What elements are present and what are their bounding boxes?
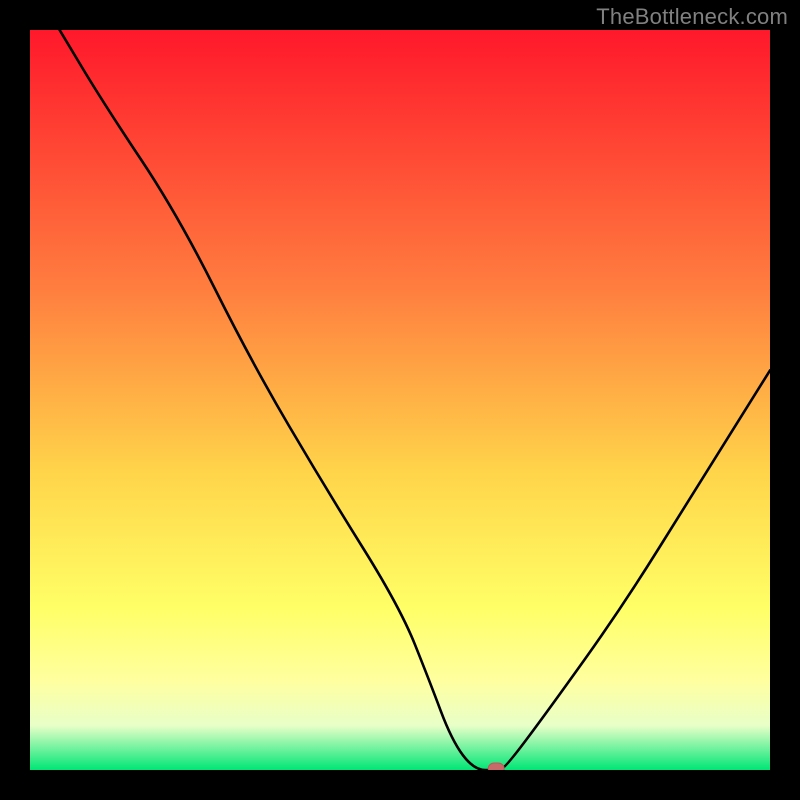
gradient-background <box>30 30 770 770</box>
bottleneck-chart <box>30 30 770 770</box>
chart-frame: TheBottleneck.com <box>0 0 800 800</box>
optimum-marker <box>488 763 504 770</box>
watermark-text: TheBottleneck.com <box>596 4 788 30</box>
